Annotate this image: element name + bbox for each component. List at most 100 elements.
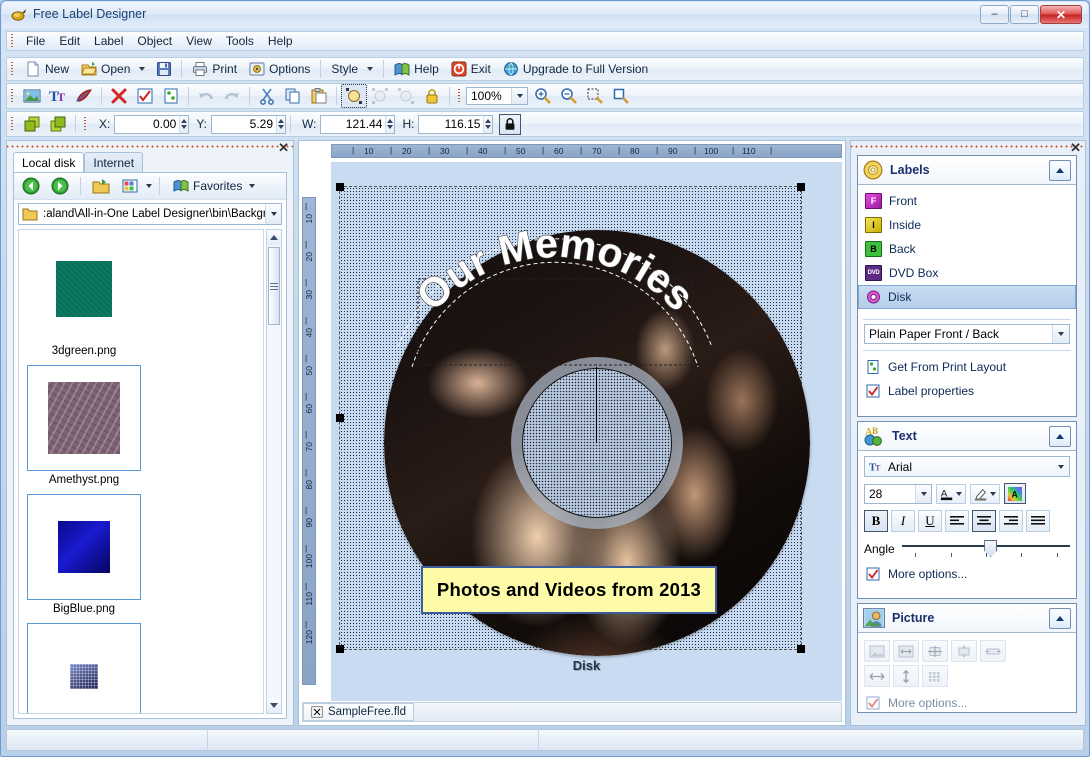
save-button[interactable] [151,57,177,81]
italic-button[interactable]: I [891,510,915,532]
bold-button[interactable]: B [864,510,888,532]
chevron-down-icon[interactable] [265,204,281,224]
thumbnail-item[interactable]: BlueGrid.png [27,623,141,714]
picture-original-button[interactable] [864,640,890,662]
width-input[interactable] [321,116,385,133]
y-field[interactable] [211,115,286,134]
width-stepper[interactable] [385,116,394,133]
close-panel-button[interactable]: ✕ [278,140,289,156]
group-button[interactable] [367,84,393,108]
picture-tile-button[interactable] [980,640,1006,662]
toolbar-grip[interactable] [9,88,16,104]
chevron-down-icon[interactable] [956,492,962,496]
picture-effects-button[interactable] [922,665,948,687]
thumbnail-frame[interactable] [27,623,141,714]
align-left-button[interactable] [945,510,969,532]
height-input[interactable] [419,116,483,133]
close-button[interactable]: ✕ [1040,5,1082,24]
ungroup-button[interactable] [393,84,419,108]
font-size-select[interactable]: 28 [864,484,932,504]
toolbar-grip[interactable] [456,88,463,104]
undo-button[interactable] [193,84,219,108]
underline-button[interactable]: U [918,510,942,532]
style-button[interactable]: Style [325,57,379,81]
help-button[interactable]: Help [388,57,445,81]
paste-button[interactable] [306,84,332,108]
properties-button[interactable] [132,84,158,108]
toolbar-grip[interactable] [9,33,16,49]
bring-to-front-button[interactable] [19,112,45,136]
options-button[interactable]: Options [243,57,316,81]
collapse-picture-button[interactable] [1049,608,1071,629]
menu-file[interactable]: File [19,32,52,50]
x-field[interactable] [114,115,189,134]
y-stepper[interactable] [276,116,285,133]
label-page[interactable]: Our Memories Photos and Videos from 2013… [331,162,842,701]
y-input[interactable] [212,116,276,133]
x-stepper[interactable] [179,116,188,133]
send-to-back-button[interactable] [45,112,71,136]
font-color-button[interactable]: A [936,484,966,504]
menu-edit[interactable]: Edit [52,32,87,50]
paper-type-select[interactable]: Plain Paper Front / Back [864,324,1070,344]
thumbnail-item[interactable]: BigBlue.png [27,494,141,615]
label-item-inside[interactable]: I Inside [858,213,1076,237]
angle-slider[interactable] [902,540,1070,558]
yellow-text-object[interactable]: Photos and Videos from 2013 [421,566,717,614]
thumbnail-item[interactable]: 3dgreen.png [27,236,141,357]
chevron-down-icon[interactable] [249,184,255,188]
insert-picture-button[interactable] [19,84,45,108]
collapse-text-button[interactable] [1049,426,1071,447]
arc-text-object[interactable]: Our Memories [390,219,720,367]
favorites-button[interactable]: Favorites [167,174,261,198]
aspect-lock-button[interactable] [499,114,521,135]
zoom-combo[interactable]: 100% [466,87,528,105]
label-item-disk[interactable]: Disk [858,285,1076,309]
picture-more-options-link[interactable]: More options... [858,691,1076,715]
document-tab[interactable]: SampleFree.fld [303,703,414,721]
chevron-down-icon[interactable] [511,88,527,104]
close-document-icon[interactable] [311,706,323,718]
menu-help[interactable]: Help [261,32,300,50]
menu-tools[interactable]: Tools [219,32,261,50]
delete-button[interactable] [106,84,132,108]
thumbnail-frame-selected[interactable] [27,365,141,471]
toolbar-grip[interactable] [82,116,89,132]
selection-bounds[interactable]: Our Memories Photos and Videos from 2013 [339,186,802,650]
copy-button[interactable] [280,84,306,108]
chevron-down-icon[interactable] [990,492,996,496]
align-justify-button[interactable] [1026,510,1050,532]
label-item-dvd-box[interactable]: DVD DVD Box [858,261,1076,285]
chevron-down-icon[interactable] [367,67,373,71]
tab-internet[interactable]: Internet [84,152,143,173]
back-button[interactable] [18,174,44,198]
view-mode-button[interactable] [117,174,143,198]
label-item-front[interactable]: F Front [858,189,1076,213]
menu-label[interactable]: Label [87,32,130,50]
picture-center-button[interactable] [951,640,977,662]
picture-stretch-button[interactable] [922,640,948,662]
thumbnail-frame[interactable] [27,494,141,600]
gradient-fill-button[interactable]: A [1004,483,1026,504]
up-folder-button[interactable] [88,174,114,198]
width-field[interactable] [320,115,395,134]
clipart-button[interactable] [158,84,184,108]
menu-object[interactable]: Object [130,32,179,50]
chevron-down-icon[interactable] [1053,457,1069,476]
height-field[interactable] [418,115,493,134]
chevron-down-icon[interactable] [139,67,145,71]
new-button[interactable]: New [19,57,75,81]
flip-vertical-button[interactable] [893,665,919,687]
flip-horizontal-button[interactable] [864,665,890,687]
cut-button[interactable] [254,84,280,108]
label-item-back[interactable]: B Back [858,237,1076,261]
zoom-in-button[interactable] [530,84,556,108]
chevron-down-icon[interactable] [146,184,152,188]
toolbar-grip[interactable] [9,61,16,77]
maximize-button[interactable]: □ [1010,5,1039,24]
get-from-print-layout-link[interactable]: Get From Print Layout [858,355,1076,379]
thumbnail-frame[interactable] [27,236,141,342]
print-button[interactable]: Print [186,57,243,81]
highlight-color-button[interactable] [970,484,1000,504]
panel-drag-handle[interactable]: ✕ [7,141,293,151]
